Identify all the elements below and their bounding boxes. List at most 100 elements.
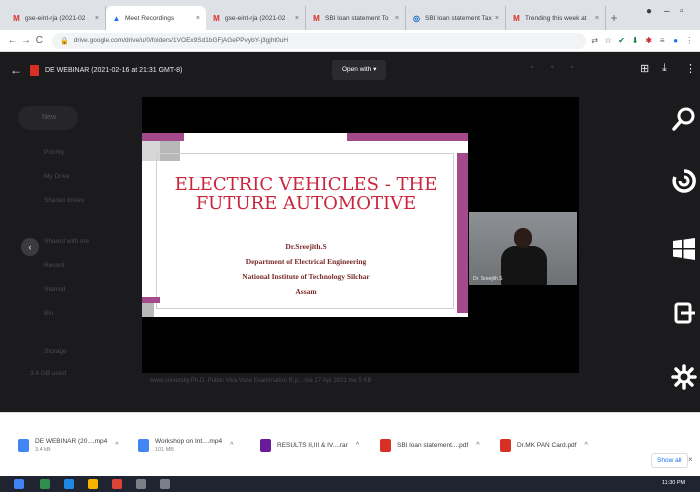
downloads-shelf: DE WEBINAR (20....mp4 3.4 kB ^ Workshop o…: [0, 412, 700, 476]
file-title: DE WEBINAR (2021-02-16 at 21:31 GMT-8): [45, 66, 183, 74]
minimize-icon[interactable]: –: [664, 6, 670, 17]
browser-tab[interactable]: M Trending this week at ×: [506, 6, 606, 30]
tab-title: Meet Recordings: [125, 14, 175, 22]
tab-strip: M gse-eint-rja (2021-02 × ▲ Meet Recordi…: [0, 0, 700, 30]
browser-tab-active[interactable]: ▲ Meet Recordings ×: [106, 6, 206, 30]
new-tab-button[interactable]: +: [606, 6, 622, 30]
share-icon[interactable]: ◔: [548, 62, 555, 74]
download-item[interactable]: RESULTS II,III & IV....rar ^: [260, 429, 359, 461]
gmail-icon: M: [313, 13, 320, 23]
add-shortcut-icon[interactable]: ◔: [528, 62, 535, 74]
chevron-up-icon[interactable]: ^: [230, 442, 233, 449]
slide-institute: National Institute of Technology Silchar: [242, 272, 370, 281]
slide-department: Department of Electrical Engineering: [245, 257, 367, 266]
clock: 11:30 PM: [662, 480, 686, 486]
reload-icon[interactable]: C: [33, 35, 46, 46]
chevron-up-icon[interactable]: ^: [476, 442, 479, 449]
start-icon[interactable]: [14, 479, 24, 489]
chevron-up-icon[interactable]: ^: [356, 442, 359, 449]
taskbar-app-icon[interactable]: [64, 479, 74, 489]
background-file-row: www.university.Ph.D. Public Viva Voce Ex…: [150, 378, 372, 384]
maximize-icon[interactable]: ▫: [680, 6, 684, 17]
address-bar[interactable]: 🔒 drive.google.com/drive/u/0/folders/1VO…: [51, 32, 586, 49]
download-name: SBI loan statement....pdf: [397, 441, 469, 449]
lock-icon: 🔒: [59, 37, 69, 45]
taskbar-app-icon[interactable]: [40, 479, 50, 489]
account-icon[interactable]: ●: [646, 6, 652, 17]
close-tab-icon[interactable]: ×: [495, 15, 499, 22]
download-icon[interactable]: ⤓: [662, 62, 667, 75]
print-icon[interactable]: ⊞: [640, 62, 649, 75]
chrome-icon[interactable]: [112, 479, 122, 489]
sidebar-item-storage: Storage: [44, 348, 67, 355]
new-label: New: [42, 114, 57, 121]
forward-icon[interactable]: →: [19, 35, 32, 46]
bookmark-star-icon[interactable]: ☆: [603, 36, 613, 46]
participant-figure: [501, 246, 547, 285]
download-item[interactable]: DE WEBINAR (20....mp4 3.4 kB ^: [18, 429, 119, 461]
windows-logo-icon[interactable]: [671, 236, 697, 262]
close-tab-icon[interactable]: ×: [395, 15, 399, 22]
exit-icon[interactable]: [671, 300, 697, 326]
participant-figure: [514, 228, 532, 248]
taskbar-app-icon[interactable]: [160, 479, 170, 489]
check-extension-icon[interactable]: ✔: [617, 36, 627, 46]
back-arrow-icon[interactable]: ←: [10, 63, 30, 77]
browser-tab[interactable]: ◎ SBI loan statement Tax ×: [406, 6, 506, 30]
slide-title: ELECTRIC VEHICLES - THE FUTURE AUTOMOTIV…: [172, 175, 440, 213]
download-name: RESULTS II,III & IV....rar: [277, 441, 348, 449]
tab-title: gse-eint-rja (2021-02: [225, 14, 286, 22]
taskbar-app-icon[interactable]: [136, 479, 146, 489]
browser-tab[interactable]: M gse-eint-rja (2021-02 ×: [206, 6, 306, 30]
url-text: drive.google.com/drive/u/0/folders/1VOEx…: [73, 37, 289, 44]
search-icon[interactable]: [671, 106, 697, 132]
download-size: 3.4 kB: [35, 446, 51, 453]
pdf-file-icon: [500, 438, 511, 452]
close-tab-icon[interactable]: ×: [295, 15, 299, 22]
extension-icon[interactable]: ✱: [644, 36, 654, 46]
info-icon[interactable]: ◔: [568, 62, 575, 74]
profile-avatar-icon[interactable]: ●: [671, 36, 681, 46]
sidebar-item-recent: Recent: [44, 262, 65, 269]
reading-list-icon[interactable]: ≡: [657, 36, 667, 46]
archive-file-icon: [260, 438, 271, 452]
refresh-icon[interactable]: [671, 168, 697, 194]
tab-title: SBI loan statement Tax: [425, 14, 492, 22]
collapse-arrow-icon[interactable]: ‹: [21, 238, 39, 256]
sidebar-item-shared-drives: Shared drives: [44, 197, 85, 204]
participant-label: Dr. Sreejith S: [473, 276, 503, 282]
translate-icon[interactable]: ⇄: [590, 36, 600, 46]
back-icon[interactable]: ←: [6, 35, 19, 46]
close-tab-icon[interactable]: ×: [95, 15, 99, 22]
download-size: 101 MB: [155, 446, 174, 453]
open-with-button[interactable]: Open with ▾: [332, 60, 387, 80]
video-file-icon: [138, 438, 149, 452]
close-shelf-icon[interactable]: ×: [688, 455, 693, 464]
chevron-up-icon[interactable]: ^: [115, 442, 118, 449]
more-options-icon[interactable]: ⋮: [685, 62, 696, 75]
sidebar-item-shared-with-me: Shared with me: [44, 238, 90, 245]
close-tab-icon[interactable]: ×: [196, 15, 200, 22]
browser-tab[interactable]: M SBI loan statement To ×: [306, 6, 406, 30]
chevron-up-icon[interactable]: ^: [584, 442, 587, 449]
taskbar-app-icon[interactable]: [88, 479, 98, 489]
tab-title: Trending this week at: [525, 14, 587, 22]
gmail-icon: M: [13, 13, 20, 23]
download-item[interactable]: Workshop on Int....mp4 101 MB ^: [138, 429, 233, 461]
drive-icon: ▲: [112, 13, 121, 23]
download-item[interactable]: Dr.MK PAN Card.pdf ^: [500, 429, 588, 461]
slide-location: Assam: [295, 287, 317, 296]
menu-dots-icon[interactable]: ⋮: [684, 36, 694, 46]
show-all-button[interactable]: Show all: [651, 453, 688, 468]
gmail-icon: M: [213, 13, 220, 23]
browser-tab[interactable]: M gse-eint-rja (2021-02 ×: [6, 6, 106, 30]
drive-preview: ← DE WEBINAR (2021-02-16 at 21:31 GMT-8)…: [0, 52, 700, 412]
close-tab-icon[interactable]: ×: [595, 15, 599, 22]
download-item[interactable]: SBI loan statement....pdf ^: [380, 429, 479, 461]
settings-gear-icon[interactable]: [671, 364, 697, 390]
download-extension-icon[interactable]: ⬇: [630, 36, 640, 46]
video-player[interactable]: ELECTRIC VEHICLES - THE FUTURE AUTOMOTIV…: [142, 97, 579, 373]
sbi-icon: ◎: [413, 13, 420, 23]
sidebar-item-priority: Priority: [44, 149, 65, 156]
slide-title-line-2: FUTURE AUTOMOTIVE: [195, 193, 417, 214]
